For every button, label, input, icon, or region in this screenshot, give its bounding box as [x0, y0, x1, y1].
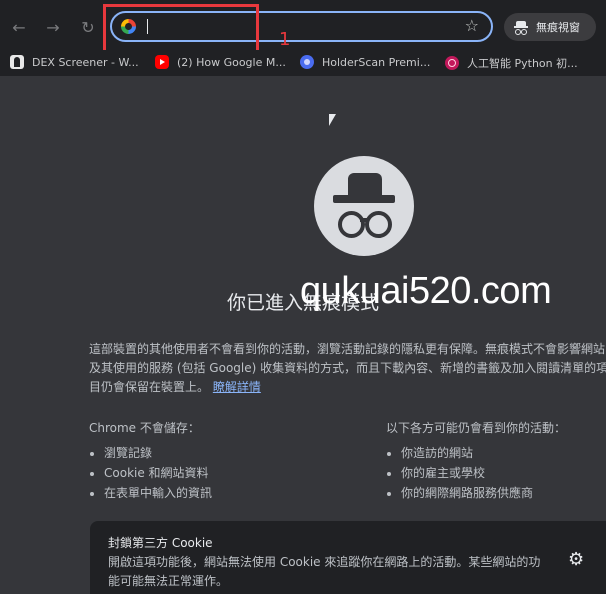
bookmarks-bar: DEX Screener - W... (2) How Google M... … [0, 50, 606, 76]
gear-icon[interactable]: ⚙ [568, 549, 584, 570]
learn-more-link[interactable]: 瞭解詳情 [213, 380, 261, 394]
holderscan-icon [300, 55, 314, 69]
back-button[interactable]: ← [9, 18, 29, 38]
bookmark-item[interactable]: HolderScan Premi... [300, 55, 430, 69]
description-text: 這部裝置的其他使用者不會看到你的活動，瀏覽活動記錄的隱私更有保障。無痕模式不會影… [89, 342, 606, 394]
bookmark-item[interactable]: (2) How Google M... [155, 55, 286, 69]
bookmark-label: (2) How Google M... [177, 55, 286, 69]
ai-course-icon [445, 56, 459, 70]
may-see-title: 以下各方可能仍會看到你的活動： [386, 421, 567, 435]
watermark-text: qukuai520.com [300, 270, 552, 312]
list-item: 在表單中輸入的資訊 [104, 483, 212, 503]
incognito-hero-icon [314, 156, 414, 256]
back-arrow-icon: ← [12, 18, 26, 37]
forward-arrow-icon: → [46, 18, 60, 37]
list-item: Cookie 和網站資料 [104, 463, 212, 483]
annotation-highlight-box [103, 4, 259, 55]
incognito-label: 無痕視窗 [536, 21, 580, 34]
bookmark-label: 人工智能 Python 初... [467, 57, 578, 70]
cookie-card-title: 封鎖第三方 Cookie [108, 536, 213, 550]
incognito-profile-button[interactable]: 無痕視窗 [504, 13, 596, 41]
not-saved-title: Chrome 不會儲存： [89, 421, 200, 435]
cookie-card-description: 開啟這項功能後，網站無法使用 Cookie 來追蹤你在網路上的活動。某些網站的功… [108, 555, 541, 588]
may-see-list: 以下各方可能仍會看到你的活動： 你造訪的網站 你的雇主或學校 你的網際網路服務供… [386, 419, 566, 503]
bookmark-star-icon[interactable]: ☆ [465, 16, 479, 35]
list-item: 你造訪的網站 [401, 443, 566, 463]
incognito-icon [514, 20, 528, 35]
dex-screener-icon [10, 55, 24, 69]
reload-button[interactable]: ↻ [78, 18, 98, 38]
not-saved-list: Chrome 不會儲存： 瀏覽記錄 Cookie 和網站資料 在表單中輸入的資訊 [89, 419, 212, 503]
bookmark-label: HolderScan Premi... [322, 55, 431, 69]
mouse-pointer-icon [329, 114, 336, 126]
browser-toolbar: ← → ↻ ☆ 無痕視窗 [0, 0, 606, 50]
block-cookies-card: 封鎖第三方 Cookie 開啟這項功能後，網站無法使用 Cookie 來追蹤你在… [90, 521, 606, 594]
bookmark-label: DEX Screener - W... [32, 55, 139, 69]
list-item: 你的網際網路服務供應商 [401, 483, 566, 503]
reload-icon: ↻ [81, 18, 95, 37]
youtube-icon [155, 55, 169, 69]
annotation-number: 1 [279, 29, 291, 50]
forward-button[interactable]: → [43, 18, 63, 38]
bookmark-item[interactable]: 人工智能 Python 初... [445, 55, 578, 71]
list-item: 你的雇主或學校 [401, 463, 566, 483]
list-item: 瀏覽記錄 [104, 443, 212, 463]
bookmark-item[interactable]: DEX Screener - W... [10, 55, 139, 69]
incognito-description: 這部裝置的其他使用者不會看到你的活動，瀏覽活動記錄的隱私更有保障。無痕模式不會影… [89, 340, 606, 397]
